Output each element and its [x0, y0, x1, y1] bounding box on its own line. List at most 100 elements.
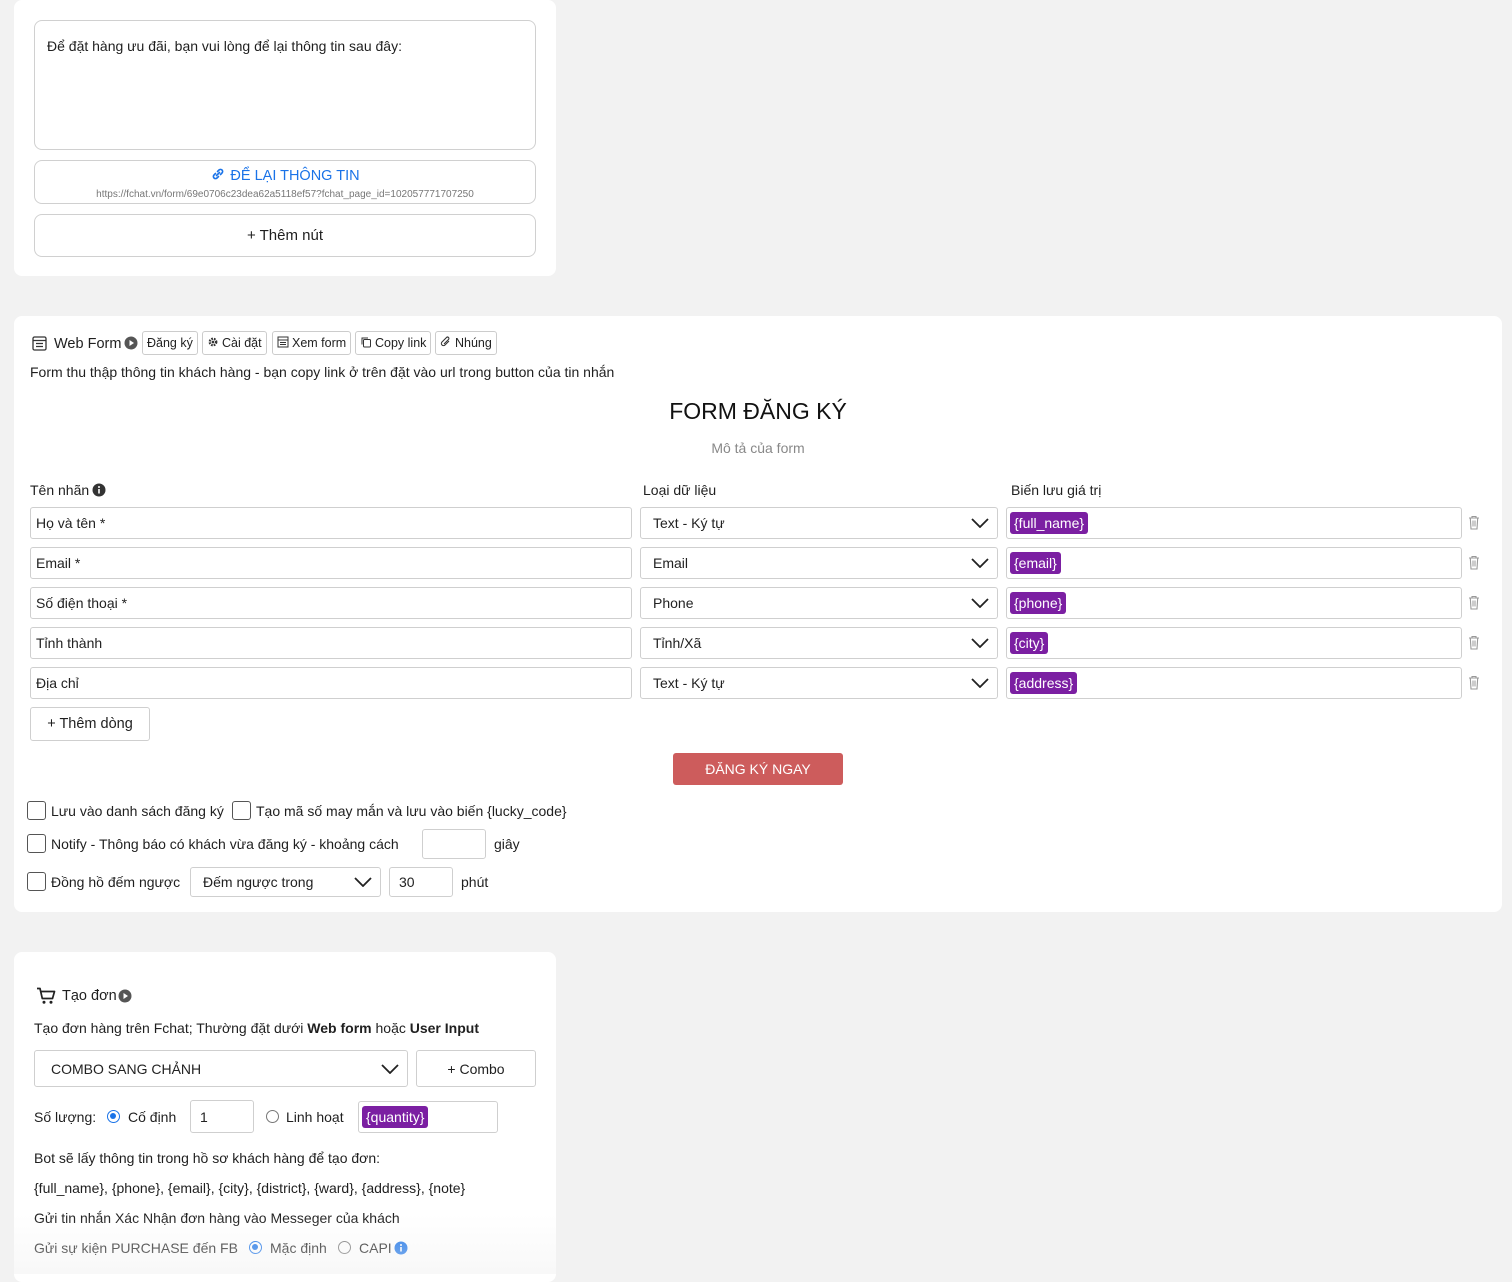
field-variable-input[interactable]: {full_name} — [1006, 507, 1462, 539]
field-label-value: Địa chỉ — [36, 675, 79, 691]
order-desc-webform: Web form — [307, 1020, 372, 1036]
variable-tag: {full_name} — [1010, 512, 1089, 534]
copy-link-label: Copy link — [375, 336, 427, 350]
submit-button[interactable]: ĐĂNG KÝ NGAY — [673, 753, 843, 785]
chevron-down-icon — [971, 555, 989, 571]
lucky-code-checkbox[interactable] — [232, 801, 251, 820]
variable-tag: {email} — [1010, 552, 1061, 574]
settings-label: Cài đặt — [222, 336, 262, 350]
flexible-quantity-label: Linh hoạt — [286, 1109, 344, 1125]
field-type-value: Email — [653, 555, 689, 571]
field-label-input[interactable]: Số điện thoại * — [30, 587, 632, 619]
fixed-quantity-input[interactable]: 1 — [190, 1100, 254, 1133]
register-button[interactable]: Đăng ký — [142, 331, 198, 355]
field-type-select[interactable]: Text - Ký tự — [640, 667, 998, 699]
field-label-input[interactable]: Họ và tên * — [30, 507, 632, 539]
countdown-unit: phút — [461, 874, 489, 890]
order-desc-prefix: Tạo đơn hàng trên Fchat; Thường đặt dưới — [34, 1020, 308, 1036]
chevron-down-icon — [381, 1061, 399, 1077]
order-info-line3: Gửi tin nhắn Xác Nhận đơn hàng vào Messe… — [34, 1210, 400, 1226]
order-description: Tạo đơn hàng trên Fchat; Thường đặt dưới… — [34, 1020, 479, 1036]
field-type-select[interactable]: Phone — [640, 587, 998, 619]
field-type-value: Text - Ký tự — [653, 515, 725, 531]
trash-icon[interactable] — [1468, 555, 1480, 573]
message-card: Để đặt hàng ưu đãi, bạn vui lòng để lại … — [14, 0, 556, 276]
countdown-mode-value: Đếm ngược trong — [203, 874, 314, 890]
embed-label: Nhúng — [455, 336, 492, 350]
embed-button[interactable]: Nhúng — [435, 331, 497, 355]
info-icon[interactable] — [92, 483, 106, 500]
field-label-value: Số điện thoại * — [36, 595, 128, 611]
default-event-label: Mặc định — [270, 1240, 327, 1256]
countdown-label: Đồng hồ đếm ngược — [51, 874, 181, 890]
field-variable-input[interactable]: {address} — [1006, 667, 1462, 699]
field-label-input[interactable]: Email * — [30, 547, 632, 579]
field-type-select[interactable]: Email — [640, 547, 998, 579]
default-event-radio[interactable] — [249, 1241, 262, 1254]
purchase-event-label: Gửi sự kiện PURCHASE đến FB — [34, 1240, 238, 1256]
save-list-checkbox[interactable] — [27, 801, 46, 820]
field-variable-input[interactable]: {email} — [1006, 547, 1462, 579]
chevron-down-icon — [971, 675, 989, 691]
field-variable-input[interactable]: {phone} — [1006, 587, 1462, 619]
notify-label: Notify - Thông báo có khách vừa đăng ký … — [51, 836, 399, 852]
info-icon[interactable] — [394, 1241, 408, 1258]
form-icon — [32, 336, 47, 354]
view-form-label: Xem form — [292, 336, 347, 350]
lucky-code-label: Tạo mã số may mắn và lưu vào biến {lucky… — [256, 803, 567, 819]
chevron-down-icon — [971, 635, 989, 651]
field-label-input[interactable]: Địa chỉ — [30, 667, 632, 699]
countdown-value-input[interactable]: 30 — [389, 867, 453, 897]
field-type-select[interactable]: Text - Ký tự — [640, 507, 998, 539]
countdown-checkbox[interactable] — [27, 872, 46, 891]
notify-interval-input[interactable] — [422, 829, 486, 859]
fixed-quantity-label: Cố định — [128, 1109, 177, 1125]
flexible-quantity-radio[interactable] — [266, 1110, 279, 1123]
add-button-label: + Thêm nút — [246, 227, 324, 244]
capi-event-radio[interactable] — [338, 1241, 351, 1254]
quantity-label: Số lượng: — [34, 1109, 97, 1125]
add-button[interactable]: + Thêm nút — [34, 214, 536, 257]
add-row-button[interactable]: + Thêm dòng — [30, 707, 150, 741]
save-list-label: Lưu vào danh sách đăng ký — [51, 803, 224, 819]
field-label-input[interactable]: Tỉnh thành — [30, 627, 632, 659]
variable-tag: {address} — [1010, 672, 1078, 694]
webform-title: Web Form — [54, 336, 122, 352]
field-label-value: Email * — [36, 555, 81, 571]
order-info-line1: Bot sẽ lấy thông tin trong hồ sơ khách h… — [34, 1150, 381, 1166]
webform-card: Web Form Đăng ký Cài đặt Xem form Copy l… — [14, 316, 1502, 912]
message-textarea[interactable]: Để đặt hàng ưu đãi, bạn vui lòng để lại … — [34, 20, 536, 150]
field-variable-input[interactable]: {city} — [1006, 627, 1462, 659]
view-form-button[interactable]: Xem form — [272, 331, 352, 355]
trash-icon[interactable] — [1468, 635, 1480, 653]
play-icon[interactable] — [124, 336, 138, 353]
play-icon[interactable] — [118, 989, 132, 1006]
countdown-value: 30 — [399, 874, 415, 890]
link-button-url: https://fchat.vn/form/69e0706c23dea62a51… — [96, 189, 474, 200]
fixed-quantity-radio[interactable] — [107, 1110, 120, 1123]
flexible-quantity-input[interactable]: {quantity} — [358, 1101, 498, 1133]
webform-description: Form thu thập thông tin khách hàng - bạn… — [30, 364, 615, 380]
field-type-select[interactable]: Tỉnh/Xã — [640, 627, 998, 659]
form-subtitle: Mô tả của form — [711, 440, 805, 456]
product-select[interactable]: COMBO SANG CHẢNH — [34, 1050, 408, 1087]
field-type-value: Phone — [653, 595, 694, 611]
countdown-mode-select[interactable]: Đếm ngược trong — [190, 867, 381, 897]
link-button[interactable]: ĐỂ LẠI THÔNG TIN https://fchat.vn/form/6… — [34, 160, 536, 204]
link-button-label: ĐỂ LẠI THÔNG TIN — [230, 168, 360, 184]
trash-icon[interactable] — [1468, 675, 1480, 693]
add-combo-label: + Combo — [447, 1060, 505, 1077]
fixed-quantity-value: 1 — [200, 1108, 208, 1125]
settings-button[interactable]: Cài đặt — [202, 331, 267, 355]
cart-icon — [36, 987, 56, 1008]
capi-event-label: CAPI — [359, 1240, 392, 1256]
copy-link-button[interactable]: Copy link — [355, 331, 432, 355]
column-label-text: Tên nhãn — [30, 482, 90, 498]
chevron-down-icon — [354, 874, 372, 890]
trash-icon[interactable] — [1468, 515, 1480, 533]
notify-checkbox[interactable] — [27, 834, 46, 853]
add-combo-button[interactable]: + Combo — [416, 1050, 536, 1087]
field-label-value: Tỉnh thành — [36, 635, 103, 651]
trash-icon[interactable] — [1468, 595, 1480, 613]
variable-tag: {phone} — [1010, 592, 1067, 614]
